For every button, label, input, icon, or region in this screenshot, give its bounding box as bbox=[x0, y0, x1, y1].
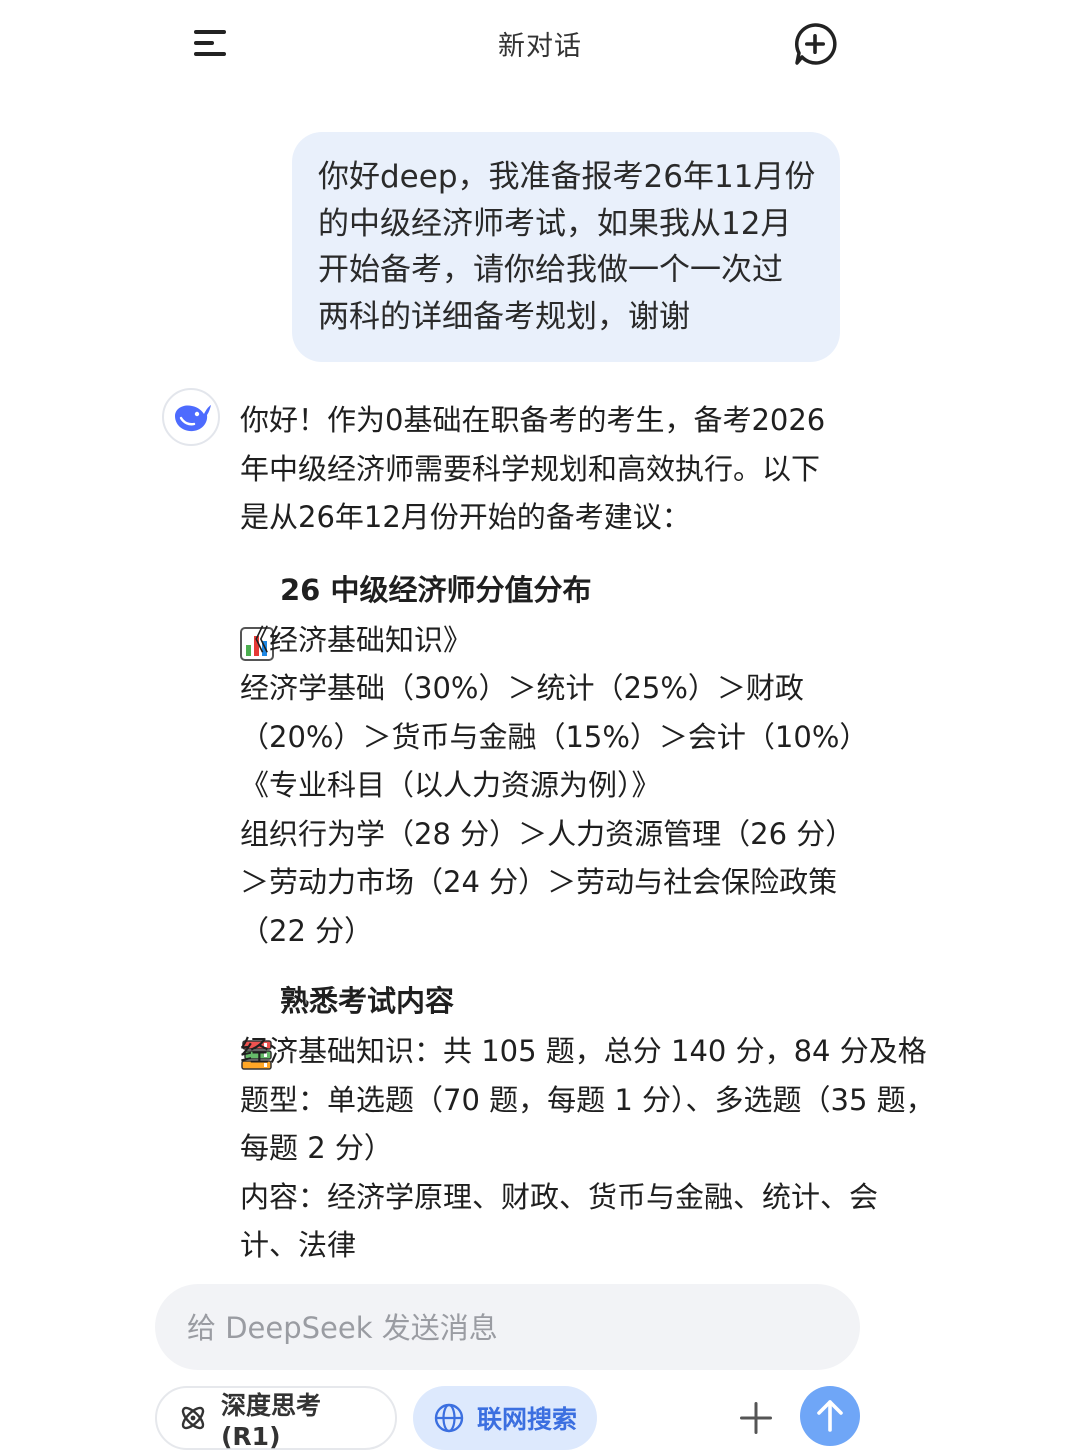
web-search-button[interactable]: 联网搜索 bbox=[413, 1386, 597, 1450]
book1-title: 《经济基础知识》 bbox=[240, 622, 473, 657]
assistant-intro: 你好！作为0基础在职备考的考生，备考2026 年中级经济师需要科学规划和高效执行… bbox=[240, 403, 826, 534]
section-heading-score-distribution: 26 中级经济师分值分布 bbox=[240, 564, 960, 661]
web-search-label: 联网搜索 bbox=[477, 1405, 578, 1434]
book2-title: 《专业科目（以人力资源为例）》 bbox=[240, 768, 661, 802]
user-message-text: 你好deep，我准备报考26年11月份 的中级经济师考试，如果我从12月 开始备… bbox=[318, 159, 816, 335]
assistant-avatar bbox=[162, 388, 220, 446]
top-bar: 新对话 bbox=[0, 0, 1080, 90]
atom-icon bbox=[181, 1406, 205, 1430]
exam-content-line: 经济基础知识：共 105 题，总分 140 分，84 分及格 bbox=[240, 1034, 927, 1068]
page-title: 新对话 bbox=[498, 31, 582, 62]
book2-detail: 组织行为学（28 分）＞人力资源管理（26 分） ＞劳动力市场（24 分）＞劳动… bbox=[240, 816, 855, 948]
send-button[interactable] bbox=[800, 1386, 860, 1446]
user-message-bubble: 你好deep，我准备报考26年11月份 的中级经济师考试，如果我从12月 开始备… bbox=[292, 132, 840, 362]
deep-think-label: 深度思考 (R1) bbox=[221, 1390, 322, 1451]
section-heading-text: 熟悉考试内容 bbox=[280, 984, 455, 1018]
message-input[interactable] bbox=[185, 1284, 829, 1372]
books-emoji bbox=[240, 984, 274, 1070]
attach-plus-icon[interactable] bbox=[736, 1398, 776, 1438]
deep-think-button[interactable]: 深度思考 (R1) bbox=[155, 1386, 397, 1451]
globe-icon bbox=[434, 1403, 464, 1433]
new-chat-icon[interactable] bbox=[790, 20, 840, 68]
section-heading-exam-content: 熟悉考试内容 bbox=[240, 975, 960, 1070]
deepseek-whale-icon bbox=[175, 405, 211, 432]
assistant-message: 你好！作为0基础在职备考的考生，备考2026 年中级经济师需要科学规划和高效执行… bbox=[240, 396, 960, 1270]
message-composer bbox=[155, 1284, 860, 1372]
book1-detail: 经济学基础（30%）＞统计（25%）＞财政 （20%）＞货币与金融（15%）＞会… bbox=[240, 671, 869, 754]
section-heading-text: 26 中级经济师分值分布 bbox=[280, 572, 592, 607]
bar-chart-emoji bbox=[240, 573, 274, 661]
arrow-up-icon bbox=[817, 1400, 843, 1432]
exam-content-line: 题型：单选题（70 题，每题 1 分）、多选题（35 题， 每题 2 分） bbox=[240, 1082, 935, 1166]
exam-content-line: 内容：经济学原理、财政、货币与金融、统计、会 计、法律 bbox=[240, 1179, 879, 1263]
